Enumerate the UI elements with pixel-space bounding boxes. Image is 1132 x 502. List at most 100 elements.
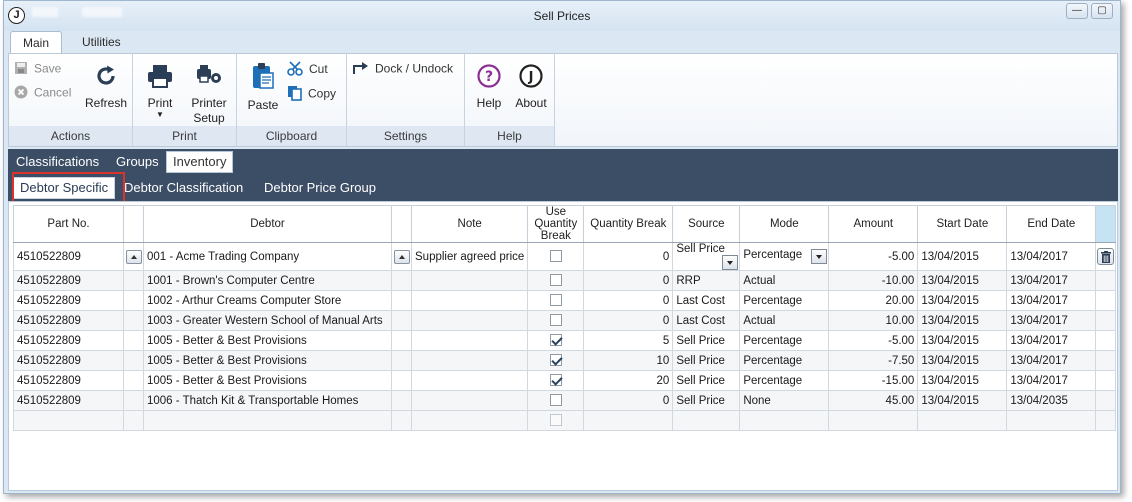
cell-mode[interactable]: Percentage: [739, 330, 830, 351]
cell-quantity-break[interactable]: 5: [583, 330, 674, 351]
column-header-start-date[interactable]: Start Date: [917, 205, 1008, 243]
use-quantity-break-checkbox[interactable]: [549, 354, 562, 367]
column-header-debtor[interactable]: Debtor: [143, 205, 392, 243]
cell-quantity-break[interactable]: 0: [583, 310, 674, 331]
tab-inventory[interactable]: Inventory: [166, 151, 234, 173]
cell-source[interactable]: Last Cost: [672, 310, 741, 331]
empty-cell[interactable]: [1006, 410, 1097, 431]
cell-part-no[interactable]: 4510522809: [13, 290, 124, 311]
use-quantity-break-checkbox[interactable]: [549, 394, 562, 407]
empty-cell[interactable]: [739, 410, 830, 431]
cell-quantity-break[interactable]: 10: [583, 350, 674, 371]
cell-debtor[interactable]: 001 - Acme Trading Company: [143, 242, 392, 271]
tab-debtor-specific[interactable]: Debtor Specific: [13, 177, 116, 199]
cell-debtor[interactable]: 1001 - Brown's Computer Centre: [143, 270, 392, 291]
cell-amount[interactable]: -10.00: [828, 270, 919, 291]
cell-start-date[interactable]: 13/04/2015: [917, 270, 1008, 291]
cell-amount[interactable]: -15.00: [828, 370, 919, 391]
empty-cell[interactable]: [410, 410, 529, 431]
column-header-end-date[interactable]: End Date: [1006, 205, 1097, 243]
cell-source[interactable]: Sell Price: [672, 330, 741, 351]
cell-debtor[interactable]: 1006 - Thatch Kit & Transportable Homes: [143, 390, 392, 411]
cell-amount[interactable]: 45.00: [828, 390, 919, 411]
cell-amount[interactable]: -5.00: [828, 242, 919, 271]
print-dropdown-arrow-icon[interactable]: ▼: [139, 111, 181, 119]
cell-source[interactable]: Last Cost: [672, 290, 741, 311]
cancel-button[interactable]: Cancel: [14, 85, 71, 102]
cell-source[interactable]: Sell Price: [672, 242, 741, 271]
table-row[interactable]: 4510522809 1005 - Better & Best Provision…: [13, 370, 1117, 391]
tab-debtor-classification[interactable]: Debtor Classification: [118, 177, 249, 199]
cell-start-date[interactable]: 13/04/2015: [917, 290, 1008, 311]
cell-source[interactable]: RRP: [672, 270, 741, 291]
cell-end-date[interactable]: 13/04/2017: [1006, 290, 1097, 311]
new-entry-row[interactable]: [13, 410, 1117, 431]
cell-debtor-lookup[interactable]: [123, 310, 144, 331]
cell-end-date[interactable]: 13/04/2017: [1006, 370, 1097, 391]
column-header-source[interactable]: Source: [672, 205, 741, 243]
empty-cell[interactable]: [1095, 410, 1117, 431]
column-header-part-no[interactable]: Part No.: [13, 205, 124, 243]
cell-debtor-lookup[interactable]: [123, 270, 144, 291]
use-quantity-break-checkbox[interactable]: [549, 294, 562, 307]
cell-note-lookup[interactable]: [391, 330, 412, 351]
empty-cell[interactable]: [583, 410, 674, 431]
column-header-note[interactable]: Note: [410, 205, 529, 243]
tab-groups[interactable]: Groups: [110, 151, 165, 173]
cell-part-no[interactable]: 4510522809: [13, 390, 124, 411]
cell-amount[interactable]: -7.50: [828, 350, 919, 371]
use-quantity-break-checkbox[interactable]: [549, 374, 562, 387]
cell-part-no[interactable]: 4510522809: [13, 370, 124, 391]
paste-button[interactable]: Paste: [243, 62, 283, 113]
cell-amount[interactable]: 20.00: [828, 290, 919, 311]
cell-end-date[interactable]: 13/04/2035: [1006, 390, 1097, 411]
cell-note[interactable]: [410, 370, 529, 391]
column-header-use-quantity-break[interactable]: Use Quantity Break: [527, 205, 585, 243]
use-quantity-break-checkbox[interactable]: [549, 250, 562, 263]
restore-button[interactable]: ▢: [1091, 3, 1113, 19]
use-quantity-break-checkbox[interactable]: [549, 274, 562, 287]
cell-note-lookup[interactable]: [391, 242, 412, 271]
empty-cell[interactable]: [391, 410, 412, 431]
cell-amount[interactable]: -5.00: [828, 330, 919, 351]
cell-mode[interactable]: None: [739, 390, 830, 411]
cell-source[interactable]: Sell Price: [672, 370, 741, 391]
cell-note[interactable]: [410, 330, 529, 351]
refresh-button[interactable]: Refresh: [83, 64, 129, 111]
cell-note-lookup[interactable]: [391, 310, 412, 331]
use-quantity-break-checkbox[interactable]: [549, 334, 562, 347]
cell-part-no[interactable]: 4510522809: [13, 242, 124, 271]
source-dropdown-arrow-icon[interactable]: [722, 255, 739, 270]
cell-end-date[interactable]: 13/04/2017: [1006, 310, 1097, 331]
cell-note-lookup[interactable]: [391, 370, 412, 391]
empty-cell[interactable]: [143, 410, 392, 431]
table-row[interactable]: 4510522809 1001 - Brown's Computer Centre…: [13, 270, 1117, 291]
table-row[interactable]: 4510522809 001 - Acme Trading Company Supp…: [13, 242, 1117, 271]
delete-row-button[interactable]: [1097, 248, 1115, 265]
empty-cell[interactable]: [917, 410, 1008, 431]
cell-start-date[interactable]: 13/04/2015: [917, 390, 1008, 411]
cell-debtor-lookup[interactable]: [123, 242, 144, 271]
cell-quantity-break[interactable]: 0: [583, 390, 674, 411]
cell-debtor-lookup[interactable]: [123, 390, 144, 411]
cell-debtor-lookup[interactable]: [123, 350, 144, 371]
print-button[interactable]: Print ▼: [139, 64, 181, 119]
cell-note-lookup[interactable]: [391, 290, 412, 311]
cell-debtor[interactable]: 1002 - Arthur Creams Computer Store: [143, 290, 392, 311]
cell-note-lookup[interactable]: [391, 270, 412, 291]
empty-cell[interactable]: [13, 410, 124, 431]
tab-classifications[interactable]: Classifications: [10, 151, 105, 173]
cell-mode[interactable]: Percentage: [739, 242, 830, 271]
cell-debtor-lookup[interactable]: [123, 290, 144, 311]
cell-part-no[interactable]: 4510522809: [13, 350, 124, 371]
cell-part-no[interactable]: 4510522809: [13, 330, 124, 351]
cell-note[interactable]: [410, 290, 529, 311]
copy-button[interactable]: Copy: [287, 85, 336, 104]
column-header-amount[interactable]: Amount: [828, 205, 919, 243]
empty-cell[interactable]: [828, 410, 919, 431]
cell-mode[interactable]: Percentage: [739, 350, 830, 371]
empty-cell[interactable]: [123, 410, 144, 431]
cell-debtor[interactable]: 1005 - Better & Best Provisions: [143, 330, 392, 351]
table-row[interactable]: 4510522809 1006 - Thatch Kit & Transporta…: [13, 390, 1117, 411]
cell-source[interactable]: Sell Price: [672, 390, 741, 411]
